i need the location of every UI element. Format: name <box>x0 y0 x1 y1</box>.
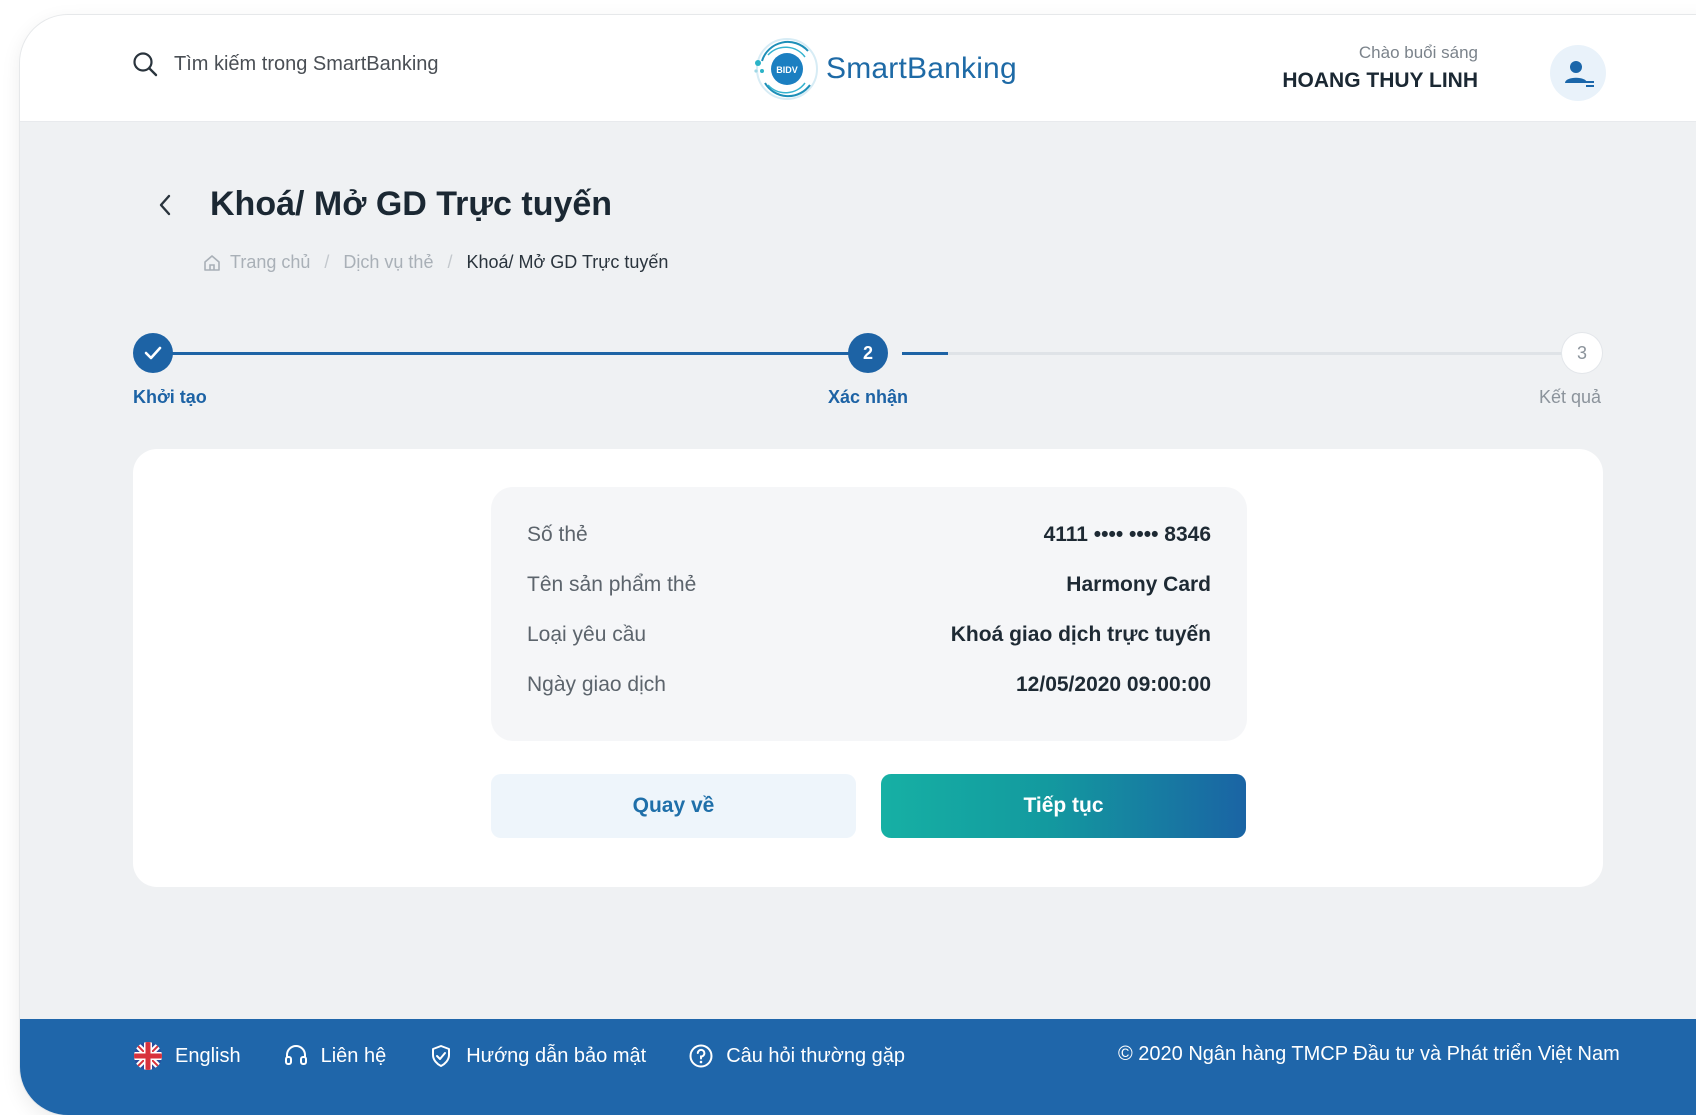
stepper-line-completed <box>172 352 852 355</box>
step-3-circle: 3 <box>1562 333 1602 373</box>
user-name: HOANG THUY LINH <box>1282 69 1478 92</box>
footer-link-label[interactable]: Liên hệ <box>321 1045 387 1068</box>
brand-name: SmartBanking <box>826 52 1017 85</box>
footer: English Liên hệ Hướng dẫn bảo mật Câu hỏ… <box>20 1019 1696 1115</box>
copyright-text: © 2020 Ngân hàng TMCP Đầu tư và Phát tri… <box>1118 1043 1620 1065</box>
smartbanking-logo[interactable]: BIDV SmartBanking <box>750 35 1017 103</box>
headset-icon <box>283 1043 309 1069</box>
logo-badge-text: BIDV <box>776 65 798 75</box>
breadcrumb: Trang chủ / Dịch vụ thẻ / Khoá/ Mở GD Tr… <box>202 252 668 273</box>
top-header: Tìm kiếm trong SmartBanking BIDV SmartBa… <box>20 15 1696 122</box>
detail-row-card-number: Số thẻ 4111 •••• •••• 8346 <box>527 523 1211 547</box>
search-icon <box>133 52 158 77</box>
footer-faq[interactable]: Câu hỏi thường gặp <box>688 1043 905 1069</box>
detail-value: Harmony Card <box>1066 573 1211 596</box>
footer-language-english[interactable]: English <box>133 1041 241 1071</box>
chevron-left-icon <box>159 194 171 215</box>
step-3-label: Kết quả <box>1539 387 1602 407</box>
detail-value: 4111 •••• •••• 8346 <box>1043 523 1211 546</box>
app-window: Tìm kiếm trong SmartBanking BIDV SmartBa… <box>20 15 1696 1115</box>
step-1-label: Khởi tạo <box>133 387 207 407</box>
bidv-logo-mark: BIDV <box>750 35 820 103</box>
step-1-check-icon <box>133 333 173 373</box>
greeting-text: Chào buổi sáng <box>1358 43 1478 62</box>
stepper-line-pending <box>948 352 1568 355</box>
help-circle-icon <box>688 1043 714 1069</box>
detail-label: Số thẻ <box>527 523 588 546</box>
home-icon[interactable] <box>202 253 222 273</box>
breadcrumb-home[interactable]: Trang chủ <box>230 252 310 273</box>
step-2-label: Xác nhận <box>828 387 909 407</box>
page-title: Khoá/ Mở GD Trực tuyến <box>210 185 613 223</box>
footer-links: English Liên hệ Hướng dẫn bảo mật Câu hỏ… <box>133 1041 947 1071</box>
detail-label: Loại yêu cầu <box>527 623 647 646</box>
detail-row-transaction-date: Ngày giao dịch 12/05/2020 09:00:00 <box>527 673 1211 697</box>
detail-value: Khoá giao dịch trực tuyến <box>950 623 1211 646</box>
user-avatar-button[interactable] <box>1550 45 1606 101</box>
footer-link-label[interactable]: Hướng dẫn bảo mật <box>466 1045 646 1068</box>
page-header: Khoá/ Mở GD Trực tuyến <box>150 185 612 224</box>
breadcrumb-separator: / <box>447 252 453 272</box>
breadcrumb-separator: / <box>324 252 330 272</box>
footer-link-label[interactable]: English <box>175 1045 241 1068</box>
footer-link-label[interactable]: Câu hỏi thường gặp <box>726 1045 905 1068</box>
detail-row-request-type: Loại yêu cầu Khoá giao dịch trực tuyến <box>527 623 1211 647</box>
breadcrumb-card-services[interactable]: Dịch vụ thẻ <box>343 252 433 273</box>
breadcrumb-current: Khoá/ Mở GD Trực tuyến <box>466 252 669 272</box>
back-arrow-button[interactable] <box>150 190 180 220</box>
user-greeting: Chào buổi sáng HOANG THUY LINH <box>1282 43 1478 93</box>
uk-flag-icon <box>133 1041 163 1071</box>
detail-row-product-name: Tên sản phẩm thẻ Harmony Card <box>527 573 1211 597</box>
detail-label: Tên sản phẩm thẻ <box>527 573 697 596</box>
back-button[interactable]: Quay về <box>491 774 856 838</box>
search-box[interactable]: Tìm kiếm trong SmartBanking <box>132 51 439 77</box>
user-menu-icon <box>1565 61 1594 87</box>
stepper-line-current <box>902 352 948 355</box>
step-2-circle: 2 <box>848 333 888 373</box>
continue-button[interactable]: Tiếp tục <box>881 774 1246 838</box>
shield-check-icon <box>428 1043 454 1069</box>
detail-label: Ngày giao dịch <box>527 673 666 696</box>
footer-security-guide[interactable]: Hướng dẫn bảo mật <box>428 1043 646 1069</box>
detail-value: 12/05/2020 09:00:00 <box>1016 673 1211 696</box>
progress-stepper: Khởi tạo 2 Xác nhận 3 Kết quả <box>20 315 1696 407</box>
confirmation-card: Số thẻ 4111 •••• •••• 8346 Tên sản phẩm … <box>133 449 1603 887</box>
transaction-details: Số thẻ 4111 •••• •••• 8346 Tên sản phẩm … <box>491 487 1247 741</box>
footer-contact[interactable]: Liên hệ <box>283 1043 387 1069</box>
search-placeholder[interactable]: Tìm kiếm trong SmartBanking <box>174 53 439 76</box>
